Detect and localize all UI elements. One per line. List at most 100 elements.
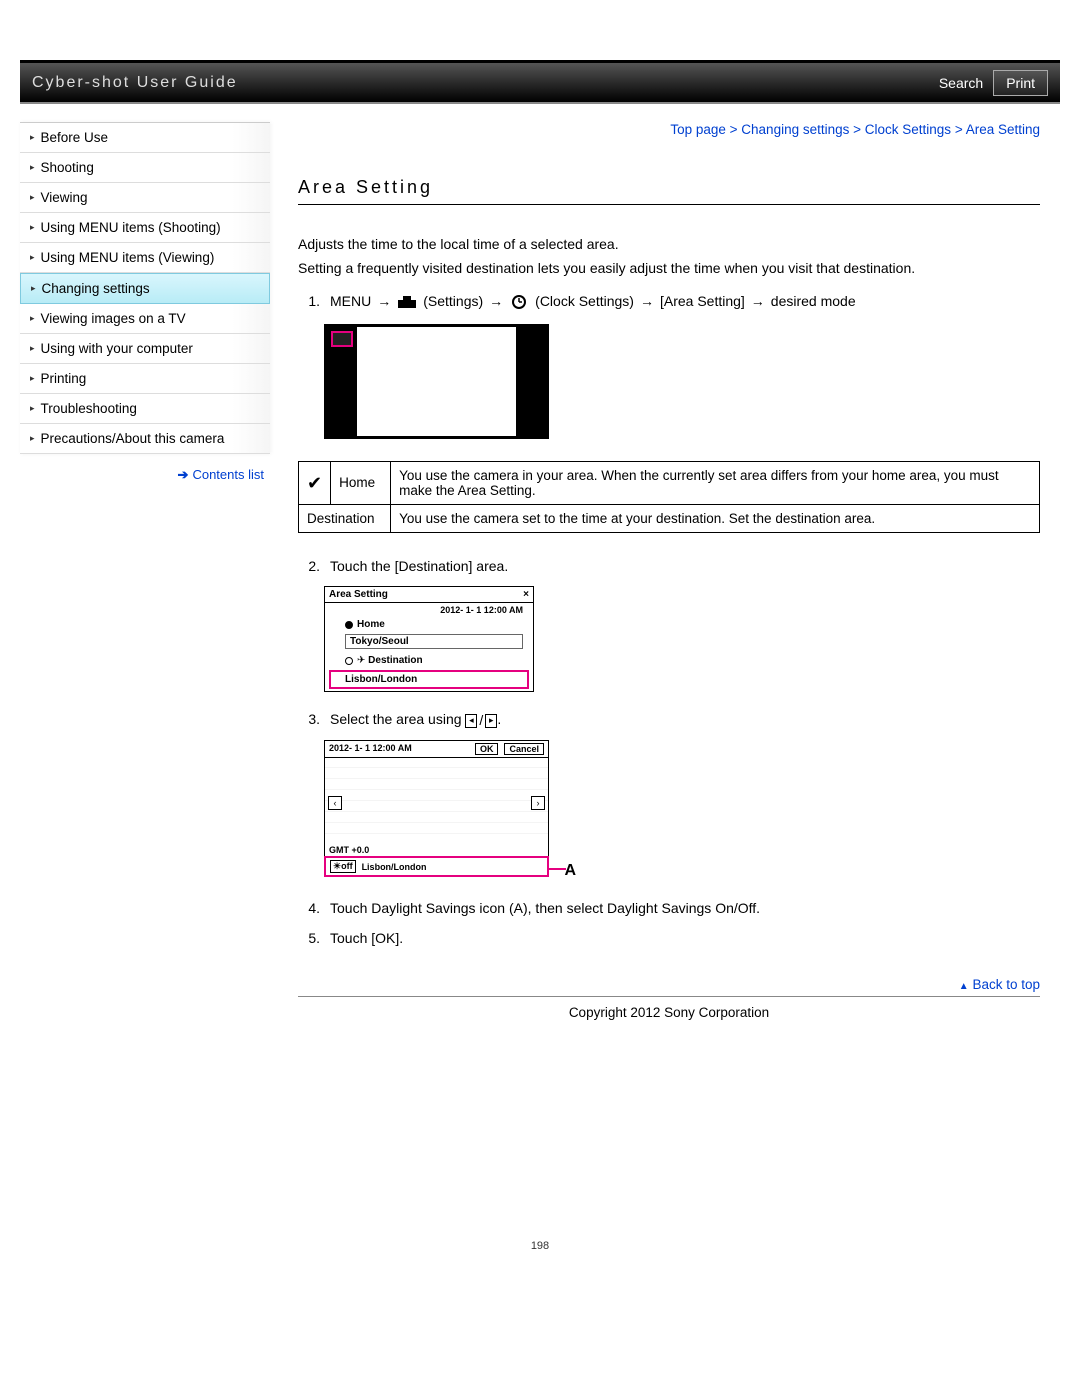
dialog-datetime: 2012- 1- 1 12:00 AM xyxy=(325,603,533,617)
step-text: Touch Daylight Savings icon (A), then se… xyxy=(330,899,1040,919)
label-a: A xyxy=(564,862,576,880)
destination-city-highlight: Lisbon/London xyxy=(329,670,529,689)
back-to-top-link[interactable]: ▲ Back to top xyxy=(298,977,1040,992)
step-3: 3. Select the area using ◂ / ▸. xyxy=(298,710,1040,730)
step-number: 5. xyxy=(298,929,320,949)
sidebar-item-label: Using MENU items (Shooting) xyxy=(41,220,221,235)
sidebar-item-menu-shooting[interactable]: ▸ Using MENU items (Shooting) xyxy=(20,213,270,243)
menu-label: MENU xyxy=(330,292,371,312)
caret-icon: ▸ xyxy=(30,252,35,263)
home-city: Tokyo/Seoul xyxy=(345,634,523,649)
step-text: Touch [OK]. xyxy=(330,929,1040,949)
map-city: Lisbon/London xyxy=(362,862,427,872)
step-text-post: . xyxy=(497,711,501,727)
checkmark-icon: ✔ xyxy=(307,474,322,492)
step-5: 5. Touch [OK]. xyxy=(298,929,1040,949)
sidebar-item-troubleshooting[interactable]: ▸ Troubleshooting xyxy=(20,394,270,424)
sidebar-item-changing-settings[interactable]: ▸ Changing settings xyxy=(20,273,270,304)
arrow-right-icon: → xyxy=(640,292,654,312)
main-content: Top page > Changing settings > Clock Set… xyxy=(298,122,1060,1060)
home-label: Home xyxy=(331,461,391,504)
caret-icon: ▸ xyxy=(30,192,35,203)
sidebar-item-before-use[interactable]: ▸ Before Use xyxy=(20,123,270,153)
table-row: ✔ Home You use the camera in your area. … xyxy=(299,461,1040,504)
sidebar-item-label: Before Use xyxy=(41,130,109,145)
destination-label: Destination xyxy=(299,504,391,532)
desired-mode-label: desired mode xyxy=(771,292,856,312)
airplane-icon: ✈ xyxy=(357,655,365,666)
sidebar: ▸Before Use ▸Shooting ▸Viewing ▸Using ME… xyxy=(20,122,270,1060)
map-datetime: 2012- 1- 1 12:00 AM xyxy=(329,743,412,755)
sidebar-item-label: Troubleshooting xyxy=(41,401,137,416)
step-number: 1. xyxy=(298,292,320,312)
ok-button-small: OK xyxy=(475,743,499,755)
intro-line2: Setting a frequently visited destination… xyxy=(298,259,1040,279)
destination-city: Lisbon/London xyxy=(345,674,417,685)
table-row: Destination You use the camera set to th… xyxy=(299,504,1040,532)
step-text-pre: Select the area using xyxy=(330,711,465,727)
contents-list-link[interactable]: ➔Contents list xyxy=(178,467,264,482)
arrow-right-icon: → xyxy=(751,292,765,312)
breadcrumb-clock[interactable]: Clock Settings xyxy=(865,122,951,137)
step-number: 2. xyxy=(298,557,320,577)
breadcrumb-area[interactable]: Area Setting xyxy=(966,122,1040,137)
area-setting-dialog: Area Setting × 2012- 1- 1 12:00 AM Home … xyxy=(324,586,534,692)
sidebar-item-label: Printing xyxy=(41,371,87,386)
header-title: Cyber-shot User Guide xyxy=(32,74,238,92)
copyright: Copyright 2012 Sony Corporation xyxy=(298,997,1040,1060)
home-option: Home xyxy=(357,619,385,630)
sidebar-item-menu-viewing[interactable]: ▸Using MENU items (Viewing) xyxy=(20,243,270,273)
sidebar-item-label: Shooting xyxy=(41,160,94,175)
caret-icon: ▸ xyxy=(30,403,35,414)
area-setting-label: [Area Setting] xyxy=(660,292,745,312)
caret-icon: ▸ xyxy=(30,313,35,324)
caret-icon: ▸ xyxy=(30,433,35,444)
arrow-right-icon: ➔ xyxy=(178,467,189,482)
contents-list-label: Contents list xyxy=(192,467,264,482)
breadcrumb-top[interactable]: Top page xyxy=(670,122,726,137)
page-number: 198 xyxy=(20,1240,1060,1252)
header-bar: Cyber-shot User Guide Search Print xyxy=(20,60,1060,102)
camera-screen-illustration xyxy=(324,324,549,439)
sidebar-item-tv[interactable]: ▸Viewing images on a TV xyxy=(20,304,270,334)
left-right-keys-icon: ◂ / ▸ xyxy=(465,711,497,731)
toolbox-icon xyxy=(397,294,417,310)
search-link[interactable]: Search xyxy=(939,75,983,91)
caret-icon: ▸ xyxy=(30,222,35,233)
sidebar-item-label: Using with your computer xyxy=(41,341,193,356)
dst-icon: ☀off xyxy=(330,860,356,873)
home-desc: You use the camera in your area. When th… xyxy=(391,461,1040,504)
radio-on-icon xyxy=(345,621,353,629)
radio-off-icon xyxy=(345,657,353,665)
breadcrumb-changing[interactable]: Changing settings xyxy=(741,122,849,137)
menu-highlight-icon xyxy=(331,331,353,347)
sidebar-item-viewing[interactable]: ▸Viewing xyxy=(20,183,270,213)
cancel-button-small: Cancel xyxy=(504,743,544,755)
dialog-title: Area Setting xyxy=(329,589,388,600)
back-to-top-label: Back to top xyxy=(972,977,1040,992)
sidebar-item-precautions[interactable]: ▸ Precautions/About this camera xyxy=(20,424,270,454)
breadcrumb-sep: > xyxy=(726,122,741,137)
sidebar-item-label: Precautions/About this camera xyxy=(41,431,225,446)
caret-icon: ▸ xyxy=(30,132,35,143)
destination-option: Destination xyxy=(368,655,422,666)
sidebar-item-printing[interactable]: ▸Printing xyxy=(20,364,270,394)
destination-desc: You use the camera set to the time at yo… xyxy=(391,504,1040,532)
caret-icon: ▸ xyxy=(30,162,35,173)
step-text: Touch the [Destination] area. xyxy=(330,557,1040,577)
caret-icon: ▸ xyxy=(31,283,36,294)
print-button[interactable]: Print xyxy=(993,70,1048,96)
sidebar-item-computer[interactable]: ▸Using with your computer xyxy=(20,334,270,364)
arrow-right-icon: → xyxy=(377,292,391,312)
page-title: Area Setting xyxy=(298,177,1040,205)
close-icon: × xyxy=(523,589,529,600)
breadcrumb-sep: > xyxy=(849,122,864,137)
settings-label: (Settings) xyxy=(423,292,483,312)
connector-line xyxy=(548,868,566,870)
breadcrumb: Top page > Changing settings > Clock Set… xyxy=(298,122,1040,137)
arrow-right-icon: → xyxy=(489,292,503,312)
sidebar-item-shooting[interactable]: ▸ Shooting xyxy=(20,153,270,183)
sidebar-item-label: Changing settings xyxy=(42,281,150,296)
header-divider xyxy=(20,102,1060,104)
options-table: ✔ Home You use the camera in your area. … xyxy=(298,461,1040,533)
